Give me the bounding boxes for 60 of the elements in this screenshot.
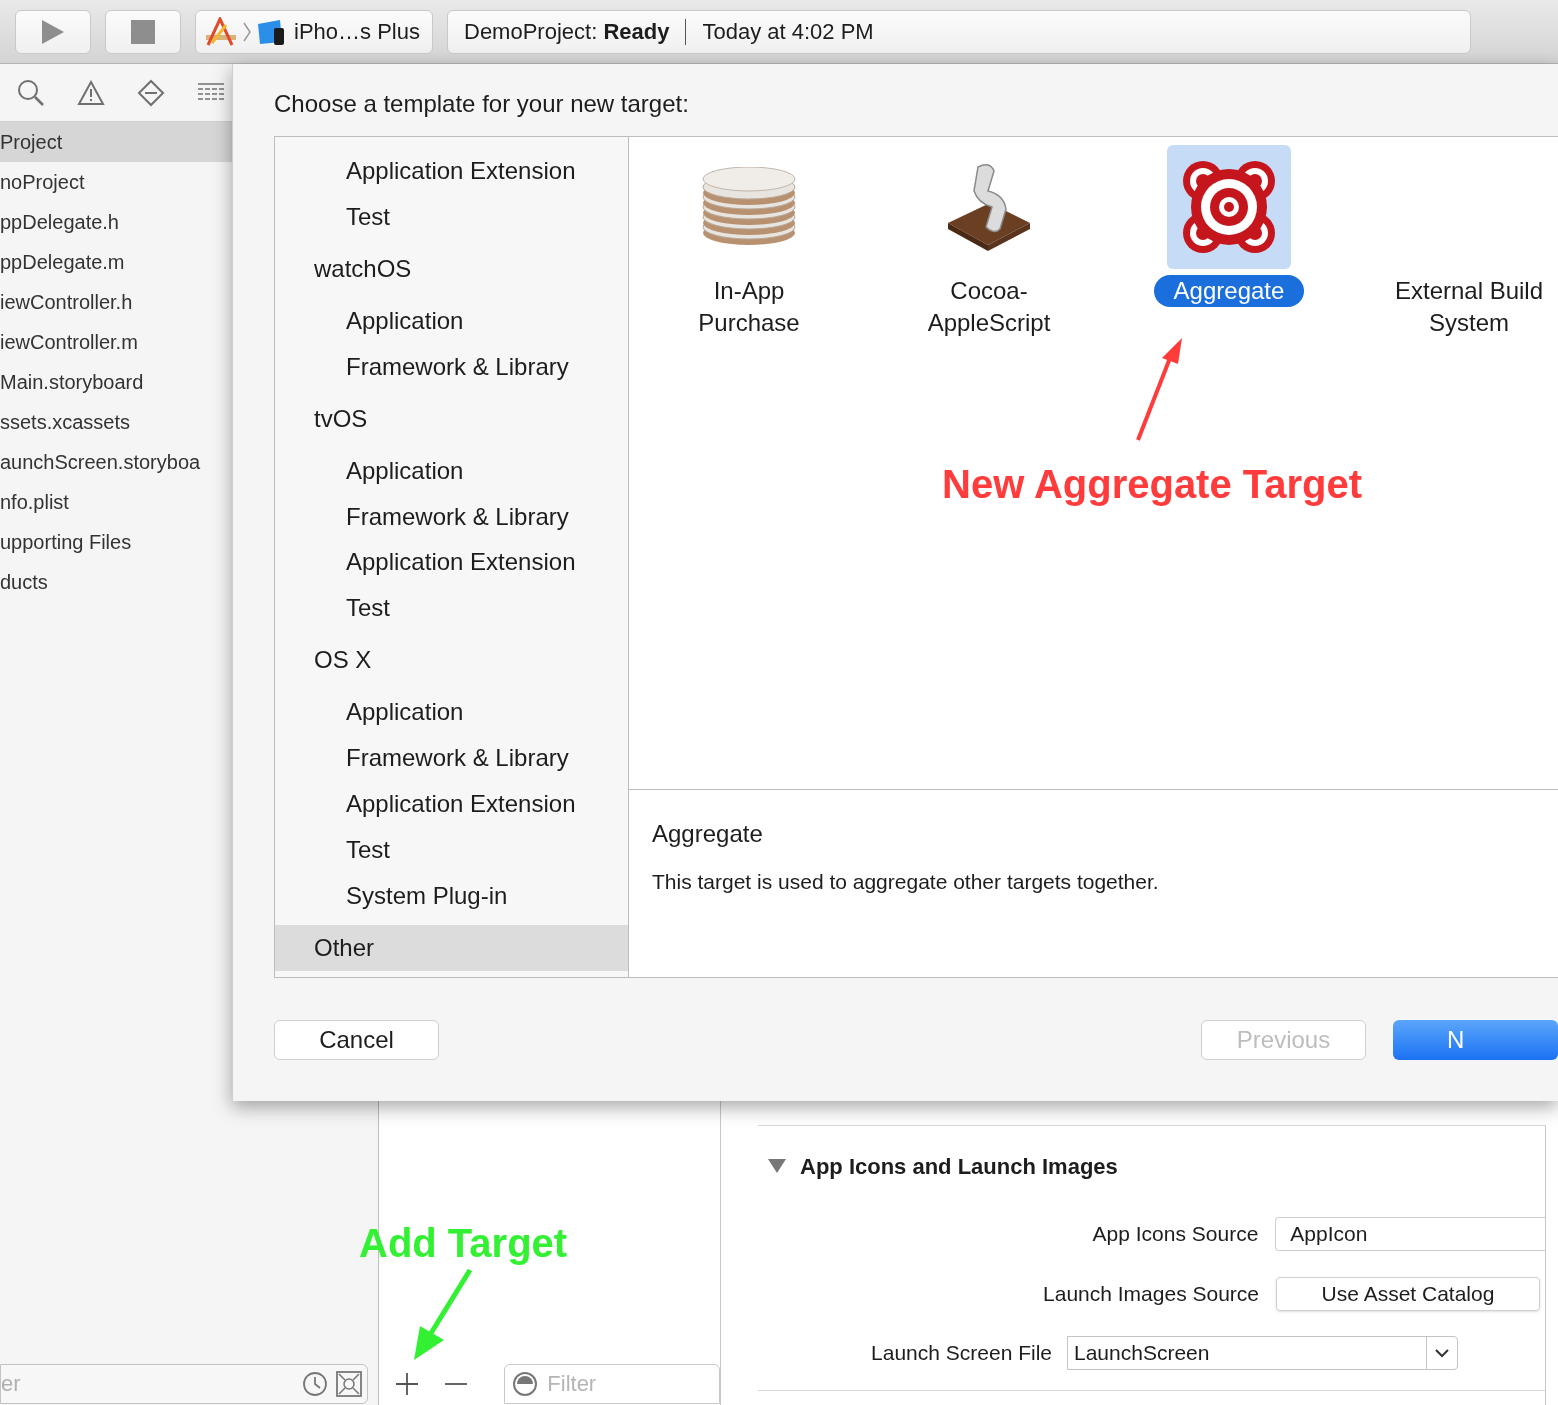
app-tools-icon bbox=[204, 16, 238, 47]
template-category[interactable]: Test bbox=[275, 193, 628, 240]
description-title: Aggregate bbox=[652, 819, 764, 849]
template-category[interactable]: Application bbox=[275, 297, 628, 344]
run-button[interactable] bbox=[15, 9, 91, 54]
breakpoint-icon[interactable] bbox=[137, 78, 165, 107]
navigator-filter-field[interactable]: er bbox=[0, 1364, 368, 1404]
template-option[interactable]: Aggregate bbox=[1109, 145, 1349, 307]
template-label: In-App Purchase bbox=[698, 276, 800, 338]
stop-icon bbox=[131, 19, 155, 44]
cancel-button[interactable]: Cancel bbox=[274, 1019, 439, 1060]
template-option[interactable]: Cocoa- AppleScript bbox=[869, 145, 1109, 339]
status-time: Today at 4:02 PM bbox=[702, 18, 874, 46]
setting-label: Launch Images Source bbox=[1043, 1281, 1259, 1308]
annotation-text: Add Target bbox=[359, 1220, 568, 1267]
device-icon bbox=[256, 17, 286, 46]
stop-button[interactable] bbox=[105, 9, 181, 54]
template-category[interactable]: System Plug-in bbox=[275, 873, 628, 919]
template-label: External Build System bbox=[1394, 276, 1544, 338]
description-text: This target is used to aggregate other targets together. bbox=[652, 869, 1160, 895]
annotation-text: New Aggregate Target bbox=[942, 461, 1363, 508]
platform-category[interactable]: OS X bbox=[275, 637, 628, 684]
launch-screen-combo-box[interactable]: LaunchScreen bbox=[1067, 1336, 1458, 1370]
setting-label: App Icons Source bbox=[1092, 1221, 1259, 1248]
platform-category[interactable]: tvOS bbox=[275, 395, 628, 442]
template-category[interactable]: Application bbox=[275, 689, 628, 736]
template-label: Aggregate bbox=[1153, 275, 1305, 307]
template-category[interactable]: Framework & Library bbox=[275, 493, 628, 540]
template-category[interactable]: Application Extension bbox=[275, 781, 628, 828]
template-category[interactable]: Application Extension bbox=[275, 539, 628, 586]
app-icons-source-field[interactable]: AppIcon bbox=[1275, 1217, 1545, 1251]
chevron-down-icon[interactable] bbox=[1435, 1348, 1449, 1358]
disclosure-triangle-down-icon[interactable] bbox=[768, 1158, 786, 1174]
build-status-text: DemoProject: Ready bbox=[464, 18, 670, 46]
template-category[interactable]: Test bbox=[275, 827, 628, 874]
platform-category[interactable]: Other bbox=[275, 925, 628, 971]
scheme-selector[interactable]: iPho…s Plus bbox=[195, 9, 433, 54]
template-category[interactable]: Application bbox=[275, 447, 628, 494]
coin-stack-icon bbox=[701, 167, 797, 247]
template-category[interactable]: Framework & Library bbox=[275, 343, 628, 390]
minus-icon bbox=[444, 1383, 469, 1385]
section-title: App Icons and Launch Images bbox=[800, 1152, 1118, 1181]
template-option[interactable]: In-App Purchase bbox=[629, 145, 869, 339]
launch-images-source-button[interactable]: Use Asset Catalog bbox=[1276, 1277, 1540, 1311]
clock-icon[interactable] bbox=[302, 1371, 328, 1397]
scope-box-icon[interactable] bbox=[336, 1371, 362, 1397]
template-option[interactable]: External Build System bbox=[1349, 145, 1558, 339]
chevron-right-icon bbox=[242, 20, 252, 43]
search-icon[interactable] bbox=[17, 78, 45, 107]
template-category[interactable]: Test bbox=[275, 585, 628, 632]
target-filter-field[interactable]: Filter bbox=[504, 1364, 720, 1404]
setting-label: Launch Screen File bbox=[871, 1340, 1052, 1367]
plus-icon bbox=[394, 1372, 419, 1396]
template-label: Cocoa- AppleScript bbox=[927, 276, 1051, 338]
warning-icon[interactable] bbox=[77, 79, 105, 106]
template-category[interactable]: Framework & Library bbox=[275, 735, 628, 782]
dialog-title: Choose a template for your new target: bbox=[274, 89, 689, 119]
play-icon bbox=[40, 17, 66, 46]
filter-icon bbox=[512, 1371, 539, 1397]
platform-category[interactable]: watchOS bbox=[275, 245, 628, 292]
